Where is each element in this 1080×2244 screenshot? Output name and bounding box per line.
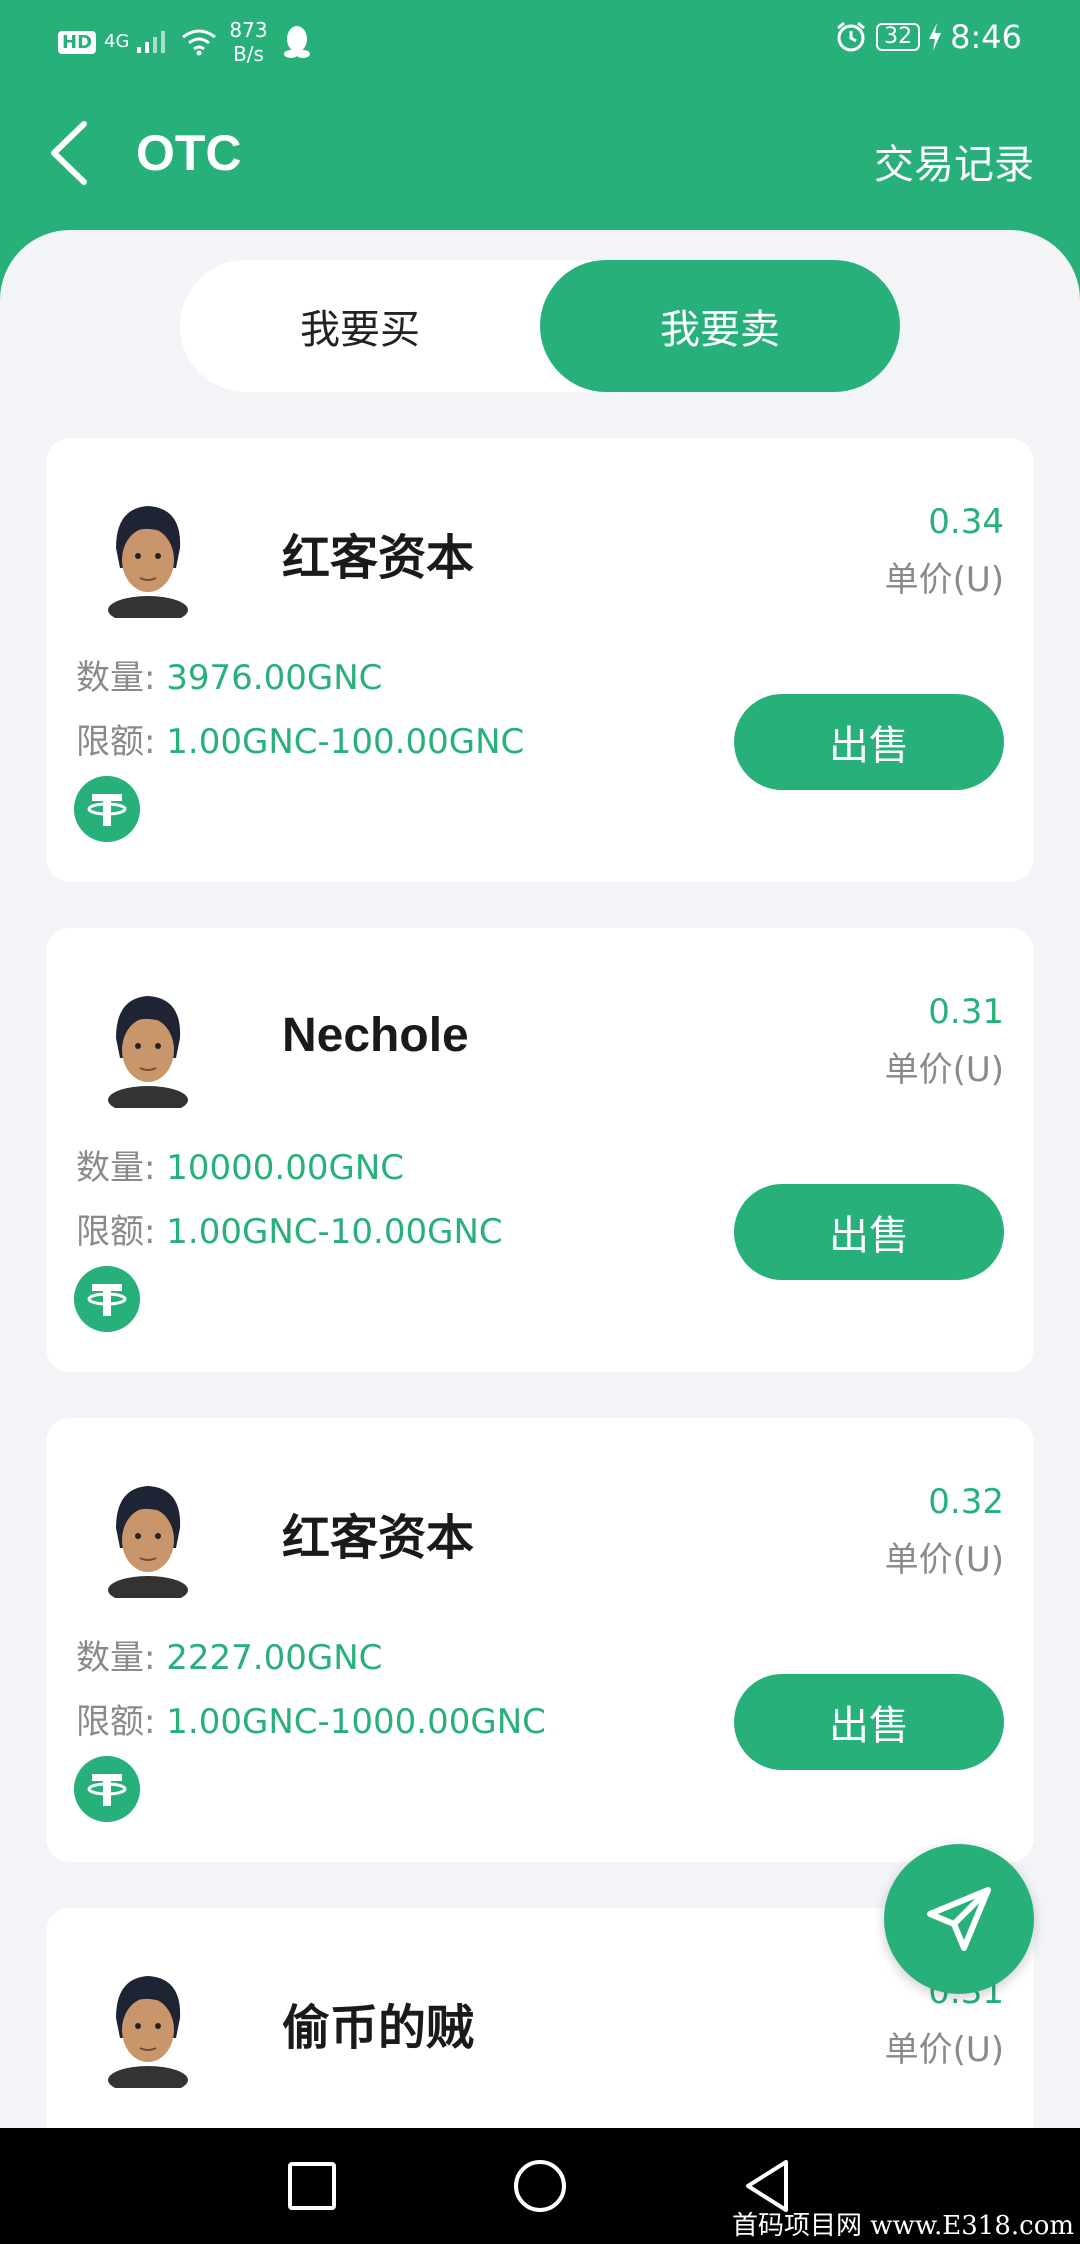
unit-price: 0.32 — [928, 1482, 1004, 1522]
send-icon — [927, 1887, 991, 1951]
sell-button[interactable]: 出售 — [734, 1674, 1004, 1770]
coin-icon — [74, 776, 140, 842]
unit-price: 0.34 — [928, 502, 1004, 542]
seller-name: 偷币的贼 — [282, 2002, 475, 2055]
signal-icon — [137, 31, 166, 53]
alarm-icon — [837, 21, 866, 52]
unit-price-label: 单价(U) — [884, 2030, 1004, 2070]
nav-circle-icon[interactable] — [512, 2158, 568, 2214]
network-speed: 873 B/s — [229, 18, 268, 66]
clock: 8:46 — [950, 18, 1022, 56]
page-title: OTC — [136, 125, 242, 181]
unit-price-label: 单价(U) — [884, 1540, 1004, 1580]
seller-name: 红客资本 — [282, 532, 475, 585]
watermark: 首码项目网 www.E318.com — [732, 2211, 1074, 2241]
trade-tabs: 我要买 我要卖 — [180, 260, 900, 392]
quantity-row: 数量: 10000.00GNC — [76, 1148, 405, 1188]
network-type: 4G — [104, 31, 130, 52]
status-bar: HD 4G 873 B/s 32 8:46 — [0, 0, 1080, 80]
sell-button[interactable]: 出售 — [734, 694, 1004, 790]
unit-price-label: 单价(U) — [884, 560, 1004, 600]
nav-square-icon[interactable] — [284, 2158, 340, 2214]
coin-icon — [74, 1756, 140, 1822]
limit-row: 限额: 1.00GNC-100.00GNC — [76, 722, 525, 762]
limit-row: 限额: 1.00GNC-10.00GNC — [76, 1212, 503, 1252]
limit-value: 1.00GNC-1000.00GNC — [166, 1702, 546, 1742]
transaction-records-link[interactable]: 交易记录 — [874, 132, 1034, 190]
avatar — [108, 1486, 188, 1598]
battery-level: 32 — [876, 23, 921, 51]
avatar — [108, 1976, 188, 2088]
tab-sell[interactable]: 我要卖 — [540, 260, 900, 392]
limit-value: 1.00GNC-100.00GNC — [166, 722, 525, 762]
seller-name: Nechole — [282, 1009, 469, 1062]
coin-icon — [74, 1266, 140, 1332]
limit-value: 1.00GNC-10.00GNC — [166, 1212, 503, 1252]
listing-card: 红客资本 0.34 单价(U) 数量: 3976.00GNC 限额: 1.00G… — [46, 438, 1034, 882]
listing-card: Nechole 0.31 单价(U) 数量: 10000.00GNC 限额: 1… — [46, 928, 1034, 1372]
sell-button[interactable]: 出售 — [734, 1184, 1004, 1280]
listing-card: 红客资本 0.32 单价(U) 数量: 2227.00GNC 限额: 1.00G… — [46, 1418, 1034, 1862]
avatar — [108, 996, 188, 1108]
quantity-row: 数量: 2227.00GNC — [76, 1638, 383, 1678]
send-fab[interactable] — [884, 1844, 1034, 1994]
unit-price: 0.31 — [928, 992, 1004, 1032]
quantity-row: 数量: 3976.00GNC — [76, 658, 383, 698]
wifi-icon — [182, 29, 217, 56]
main-content: 我要买 我要卖 红客资本 0.34 单价(U) 数量: 3976.00GNC 限… — [0, 230, 1080, 2168]
quantity-value: 2227.00GNC — [166, 1638, 383, 1678]
qq-icon — [283, 26, 310, 58]
unit-price-label: 单价(U) — [884, 1050, 1004, 1090]
seller-name: 红客资本 — [282, 1512, 475, 1565]
tab-buy[interactable]: 我要买 — [180, 260, 540, 392]
avatar — [108, 506, 188, 618]
quantity-value: 10000.00GNC — [166, 1148, 405, 1188]
quantity-value: 3976.00GNC — [166, 658, 383, 698]
limit-row: 限额: 1.00GNC-1000.00GNC — [76, 1702, 546, 1742]
hd-badge: HD — [58, 30, 97, 54]
charging-icon — [929, 23, 942, 51]
system-nav-bar: 首码项目网 www.E318.com — [0, 2128, 1080, 2244]
back-icon[interactable] — [44, 118, 104, 188]
